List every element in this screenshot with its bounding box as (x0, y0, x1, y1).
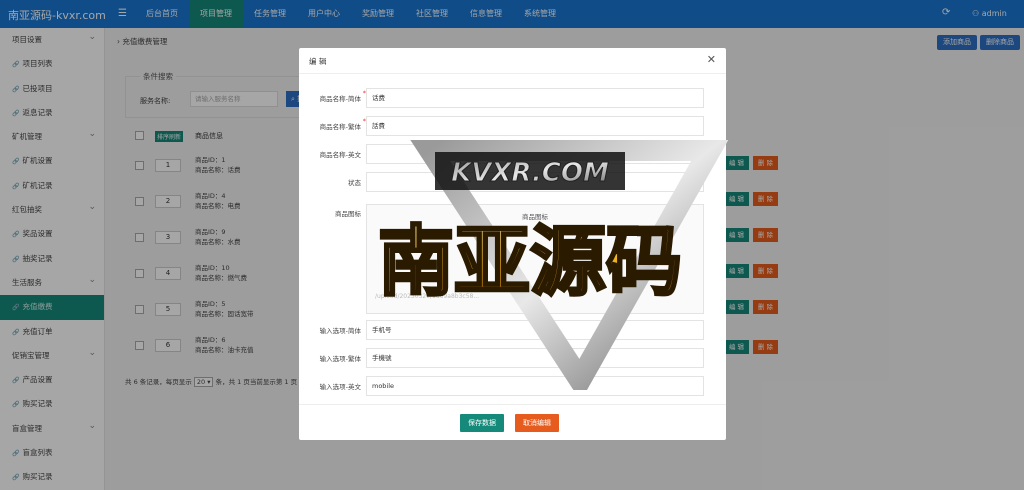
field-label: 商品名称-英文 (319, 151, 361, 159)
name-traditional-input[interactable]: 話費 (366, 116, 704, 136)
field-name-english: 商品名称-英文 (299, 144, 726, 164)
modal-title: 编 辑 (309, 57, 327, 66)
chevron-down-icon: ⌄ (691, 178, 697, 186)
option-english-input[interactable]: mobile (366, 376, 704, 396)
image-url: /upload/20230320/1d69a8b3c58... (375, 293, 480, 300)
field-name-traditional: 商品名称-繁体 話費 (299, 116, 726, 136)
field-label: 输入选项-英文 (319, 383, 361, 391)
option-traditional-input[interactable]: 手機號 (366, 348, 704, 368)
field-label: 输入选项-简体 (319, 327, 361, 335)
image-field-label: 商品图标 (335, 210, 361, 218)
name-simplified-input[interactable]: 话费 (366, 88, 704, 108)
close-icon[interactable]: ✕ (707, 53, 716, 66)
edit-modal: 编 辑 ✕ 商品名称-简体 话费 商品名称-繁体 話費 商品名称-英文 状态 ⌄… (299, 48, 726, 440)
cancel-button[interactable]: 取消编辑 (515, 414, 559, 432)
field-option-english: 输入选项-英文 mobile (299, 376, 726, 396)
field-name-simplified: 商品名称-简体 话费 (299, 88, 726, 108)
field-option-traditional: 输入选项-繁体 手機號 (299, 348, 726, 368)
field-option-simplified: 输入选项-简体 手机号 (299, 320, 726, 340)
field-label: 商品名称-简体 (291, 89, 366, 103)
status-select[interactable]: ⌄ (366, 172, 704, 192)
field-label: 状态 (348, 179, 361, 187)
image-upload-area[interactable]: 商品图标 /upload/20230320/1d69a8b3c58... (366, 204, 704, 314)
field-label: 商品名称-繁体 (291, 117, 366, 131)
field-status: 状态 ⌄ (299, 172, 726, 192)
save-button[interactable]: 保存数据 (460, 414, 504, 432)
modal-footer-divider (299, 404, 726, 405)
name-english-input[interactable] (366, 144, 704, 164)
option-simplified-input[interactable]: 手机号 (366, 320, 704, 340)
image-area-title: 商品图标 (522, 213, 548, 221)
modal-divider (299, 73, 726, 74)
field-label: 输入选项-繁体 (319, 355, 361, 363)
